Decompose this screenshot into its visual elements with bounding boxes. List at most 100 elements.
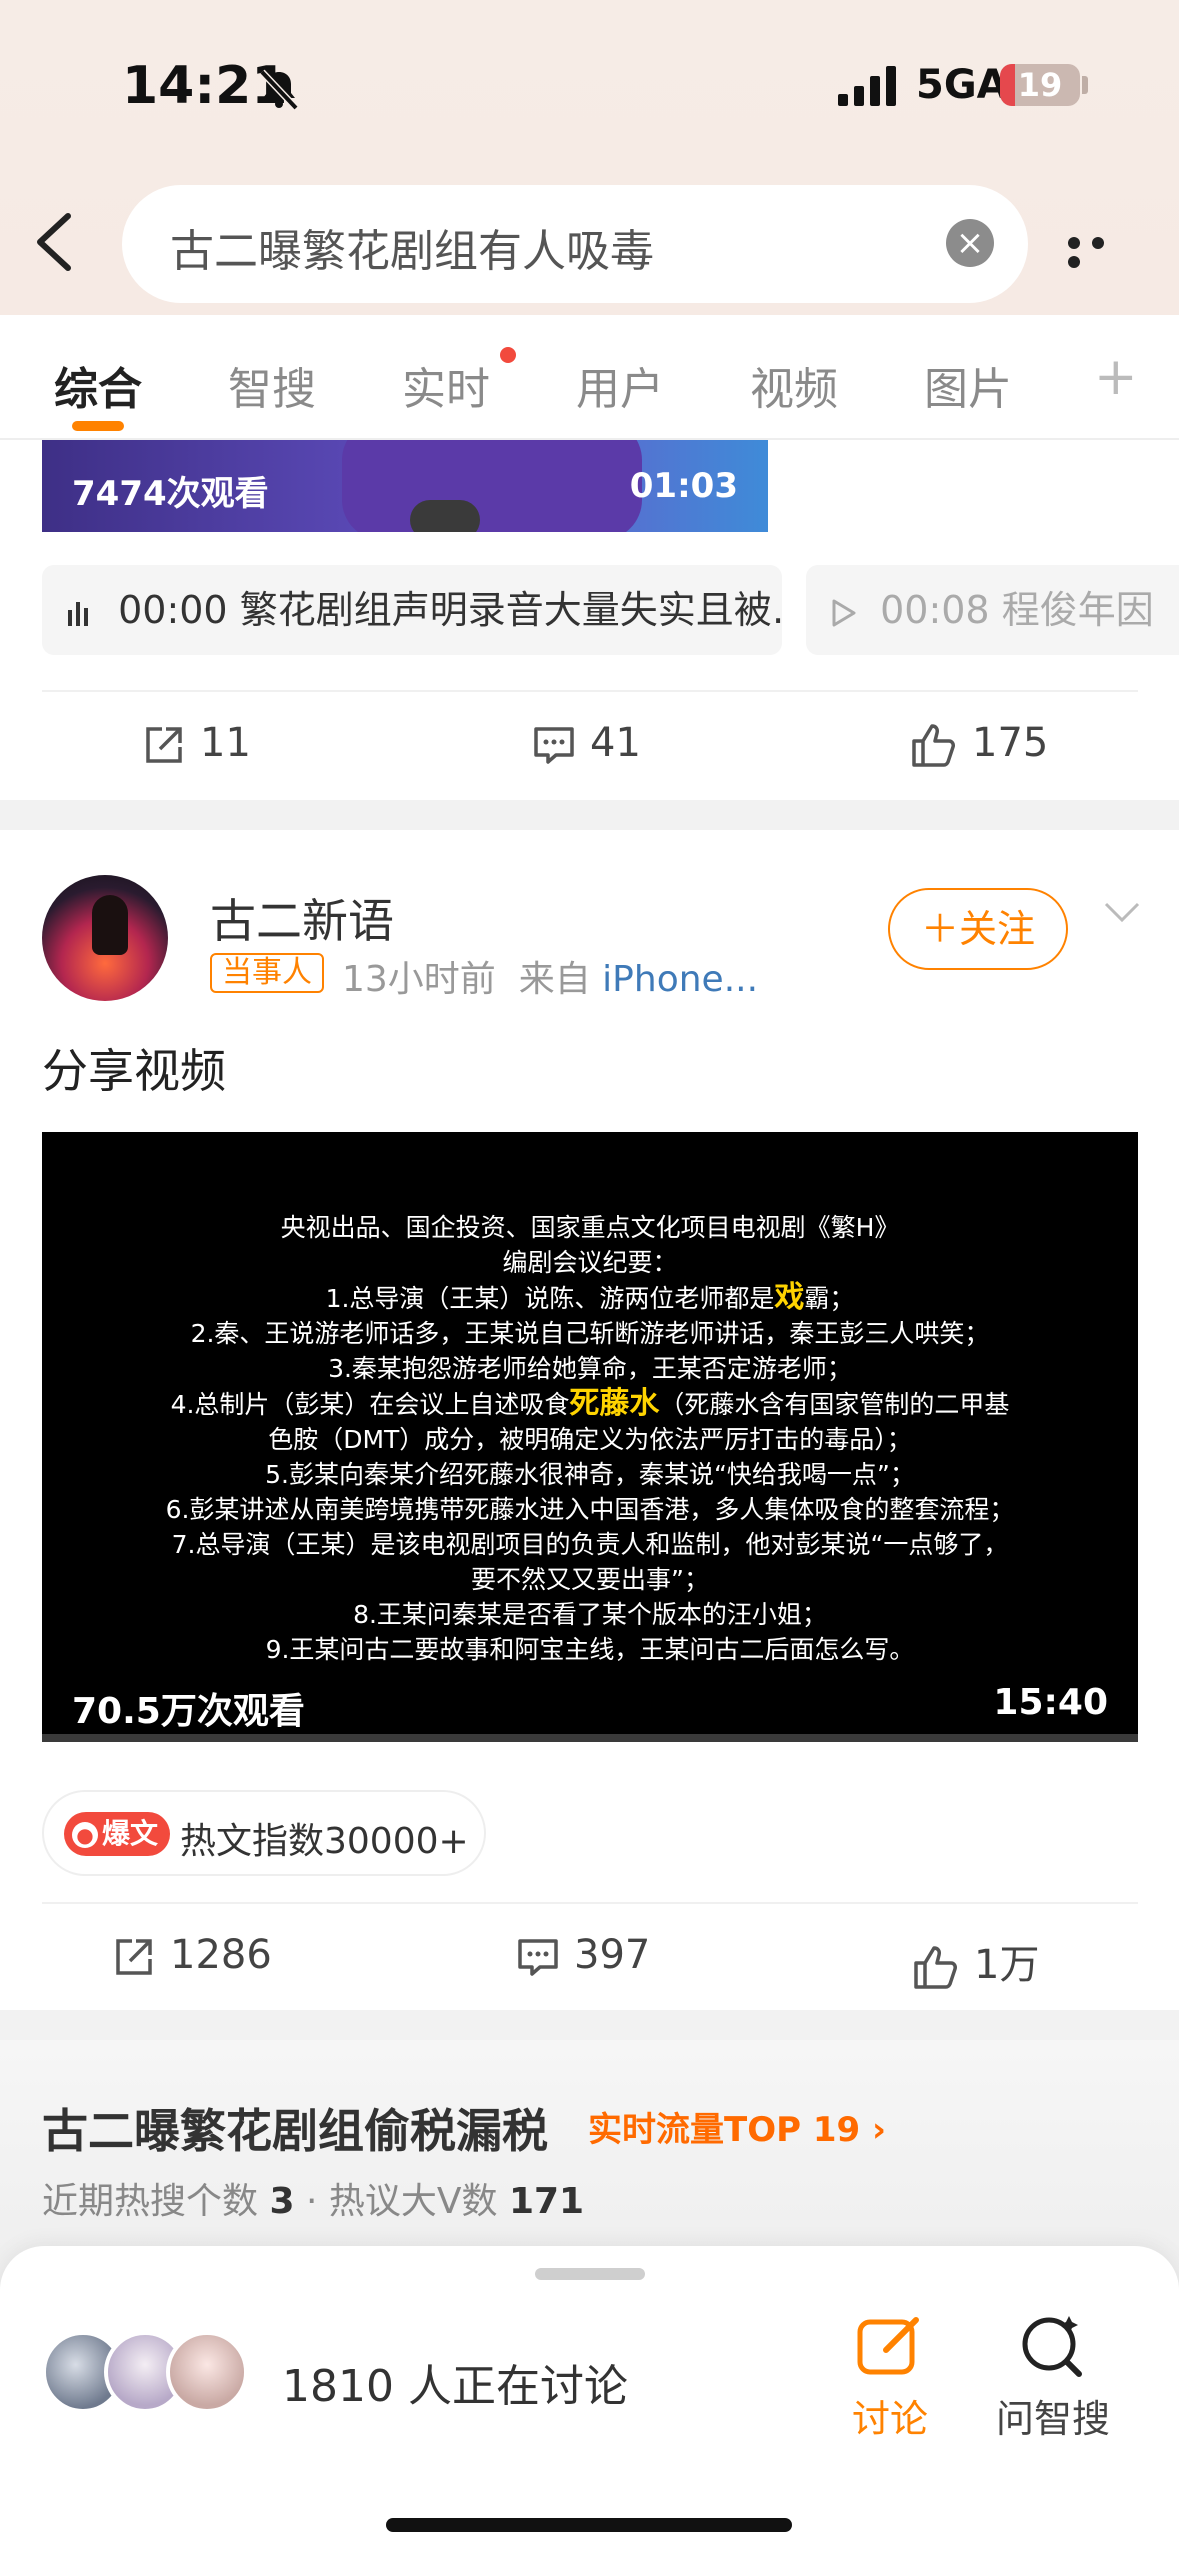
tab-users[interactable]: 用户 xyxy=(576,353,664,417)
chip-text: 程俊年因 xyxy=(1001,588,1154,632)
caption-line: 5.彭某向秦某介绍死藤水很神奇，秦某说“快给我喝一点”； xyxy=(265,1460,915,1489)
share-button[interactable]: 11 xyxy=(142,720,251,767)
chip-text: 繁花剧组声明录音大量失实且被… xyxy=(239,588,782,632)
tab-video[interactable]: 视频 xyxy=(750,353,838,417)
status-bar: 14:21 5GA 19 xyxy=(0,0,1179,170)
add-tab-icon[interactable]: + xyxy=(1094,347,1138,407)
clear-icon[interactable]: × xyxy=(946,219,994,267)
share-count: 11 xyxy=(200,720,251,766)
action-bar: 11 41 175 xyxy=(42,690,1138,800)
bell-muted-icon xyxy=(259,69,299,111)
thumbs-up-icon xyxy=(912,724,955,767)
chip-time: 00:08 xyxy=(880,588,990,632)
search-tabs: 综合 智搜 实时 用户 视频 图片 + xyxy=(0,315,1179,440)
caption-line: 9.王某问古二要故事和阿宝主线，王某问古二后面怎么写。 xyxy=(265,1635,915,1664)
microphone-shape xyxy=(410,500,480,532)
caption-line: 3.秦某抱怨游老师给她算命，王某否定游老师； xyxy=(328,1354,852,1383)
header-area: 14:21 5GA 19 古二曝繁花剧组有人吸毒 × xyxy=(0,0,1179,315)
ask-smart-search-button[interactable]: 问智搜 xyxy=(996,2312,1110,2443)
trend-title[interactable]: 古二曝繁花剧组偷税漏税 xyxy=(42,2095,548,2161)
battery-percent: 19 xyxy=(1017,66,1063,104)
ask-label: 问智搜 xyxy=(996,2397,1111,2441)
tab-comprehensive[interactable]: 综合 xyxy=(54,353,142,417)
like-count: 1万 xyxy=(974,1942,1040,1988)
caption-line: 8.王某问秦某是否看了某个版本的汪小姐； xyxy=(353,1600,827,1629)
search-bar[interactable]: 古二曝繁花剧组有人吸毒 × xyxy=(122,185,1028,303)
audio-chapter-chip[interactable]: 00:08 程俊年因 xyxy=(806,565,1179,655)
comment-button[interactable]: 41 xyxy=(532,720,641,767)
video-player[interactable]: 央视出品、国企投资、国家重点文化项目电视剧《繁H》 编剧会议纪要： 1.总导演（… xyxy=(42,1132,1138,1742)
like-button[interactable]: 1万 xyxy=(912,1932,1039,1990)
chip-time: 00:00 xyxy=(118,588,228,632)
caption-line: 6.彭某讲述从南美跨境携带死藤水进入中国香港，多人集体吸食的整套流程； xyxy=(165,1495,1015,1524)
discuss-label: 讨论 xyxy=(852,2397,929,2441)
source-link[interactable]: iPhone... xyxy=(602,959,758,1000)
post-card: 7474次观看 01:03 00:00 繁花剧组声明录音大量失实且被… 00:0… xyxy=(0,440,1179,800)
like-count: 175 xyxy=(972,720,1049,766)
new-dot-badge xyxy=(500,347,516,363)
caption-line: 央视出品、国企投资、国家重点文化项目电视剧《繁H》 xyxy=(280,1213,900,1242)
tab-images[interactable]: 图片 xyxy=(924,353,1012,417)
hot-post-badge[interactable]: ● 爆文 热文指数30000+ xyxy=(42,1790,486,1876)
post-card: 古二新语 当事人 13小时前 来自 iPhone... ＋关注 分享视频 央视出… xyxy=(0,830,1179,2010)
discuss-button[interactable]: 讨论 xyxy=(852,2312,928,2443)
play-icon xyxy=(832,599,856,626)
caption-line: 色胺（DMT）成分，被明确定义为依法严厉打击的毒品）； xyxy=(268,1425,912,1454)
share-button[interactable]: 1286 xyxy=(112,1932,272,1979)
video-thumbnail[interactable]: 7474次观看 01:03 xyxy=(42,440,768,532)
thumbs-up-icon xyxy=(914,1946,957,1989)
like-button[interactable]: 175 xyxy=(910,720,1048,767)
comment-button[interactable]: 397 xyxy=(516,1932,650,1979)
hot-tag: ● 爆文 xyxy=(64,1812,171,1856)
video-duration: 01:03 xyxy=(629,466,738,506)
discussion-sheet: 1810 人正在讨论 讨论 问智搜 xyxy=(0,2246,1179,2556)
speaker-figure xyxy=(342,440,642,532)
trend-stats: 近期热搜个数 3 · 热议大V数 171 xyxy=(42,2181,585,2222)
username[interactable]: 古二新语 xyxy=(210,885,394,951)
caption-highlight: 戏 xyxy=(774,1280,805,1315)
tab-realtime[interactable]: 实时 xyxy=(402,353,490,417)
comment-icon xyxy=(534,727,574,764)
follow-button[interactable]: ＋关注 xyxy=(888,888,1068,970)
edit-icon xyxy=(857,2317,919,2375)
caption-line: 7.总导演（王某）是该电视剧项目的负责人和监制，他对彭某说“一点够了， xyxy=(171,1530,1009,1559)
tab-active-indicator xyxy=(72,421,124,431)
share-icon xyxy=(116,1939,152,1975)
signal-icon xyxy=(838,66,896,106)
video-caption: 央视出品、国企投资、国家重点文化项目电视剧《繁H》 编剧会议纪要： 1.总导演（… xyxy=(42,1210,1138,1667)
flame-icon: ● xyxy=(72,1822,98,1848)
source-prefix: 来自 xyxy=(518,959,591,1000)
smart-search-icon xyxy=(1022,2316,1082,2377)
view-count: 70.5万次观看 xyxy=(72,1691,305,1732)
post-text: 分享视频 xyxy=(42,1044,226,1098)
avatar-figure xyxy=(92,895,128,955)
share-icon xyxy=(146,727,182,763)
caption-line: 2.秦、王说游老师话多，王某说自己斩断游老师讲话，秦王彭三人哄笑； xyxy=(190,1319,990,1348)
discussion-count: 1810 人正在讨论 xyxy=(282,2361,628,2412)
avatar xyxy=(166,2331,248,2413)
battery-cap xyxy=(1082,76,1088,94)
network-type: 5GA xyxy=(916,62,1008,108)
post-meta: 13小时前 来自 iPhone... xyxy=(342,950,758,1002)
trend-rank[interactable]: 实时流量TOP 19 › xyxy=(588,2102,886,2151)
caption-line: 要不然又又要出事”； xyxy=(471,1565,709,1594)
comment-count: 397 xyxy=(574,1932,651,1978)
tab-smart-search[interactable]: 智搜 xyxy=(228,353,316,417)
back-arrow-icon[interactable] xyxy=(30,210,80,274)
search-input[interactable]: 古二曝繁花剧组有人吸毒 xyxy=(170,215,654,279)
caption-highlight: 死藤水 xyxy=(569,1386,660,1421)
hot-index: 热文指数30000+ xyxy=(180,1821,469,1862)
audio-bars-icon xyxy=(68,601,88,626)
avatar[interactable] xyxy=(42,875,168,1001)
share-count: 1286 xyxy=(170,1932,272,1978)
comment-count: 41 xyxy=(590,720,641,766)
caption-line: 1.总导演（王某）说陈、游两位老师都是戏霸； xyxy=(325,1280,855,1315)
caption-line: 编剧会议纪要： xyxy=(502,1248,678,1277)
comment-icon xyxy=(518,1939,558,1976)
home-indicator[interactable] xyxy=(386,2518,792,2532)
sheet-grabber[interactable] xyxy=(535,2268,645,2280)
audio-chapter-chip[interactable]: 00:00 繁花剧组声明录音大量失实且被… xyxy=(42,565,782,655)
more-icon[interactable] xyxy=(1068,234,1138,268)
chevron-down-icon[interactable] xyxy=(1102,898,1142,928)
post-time: 13小时前 xyxy=(342,959,496,1000)
